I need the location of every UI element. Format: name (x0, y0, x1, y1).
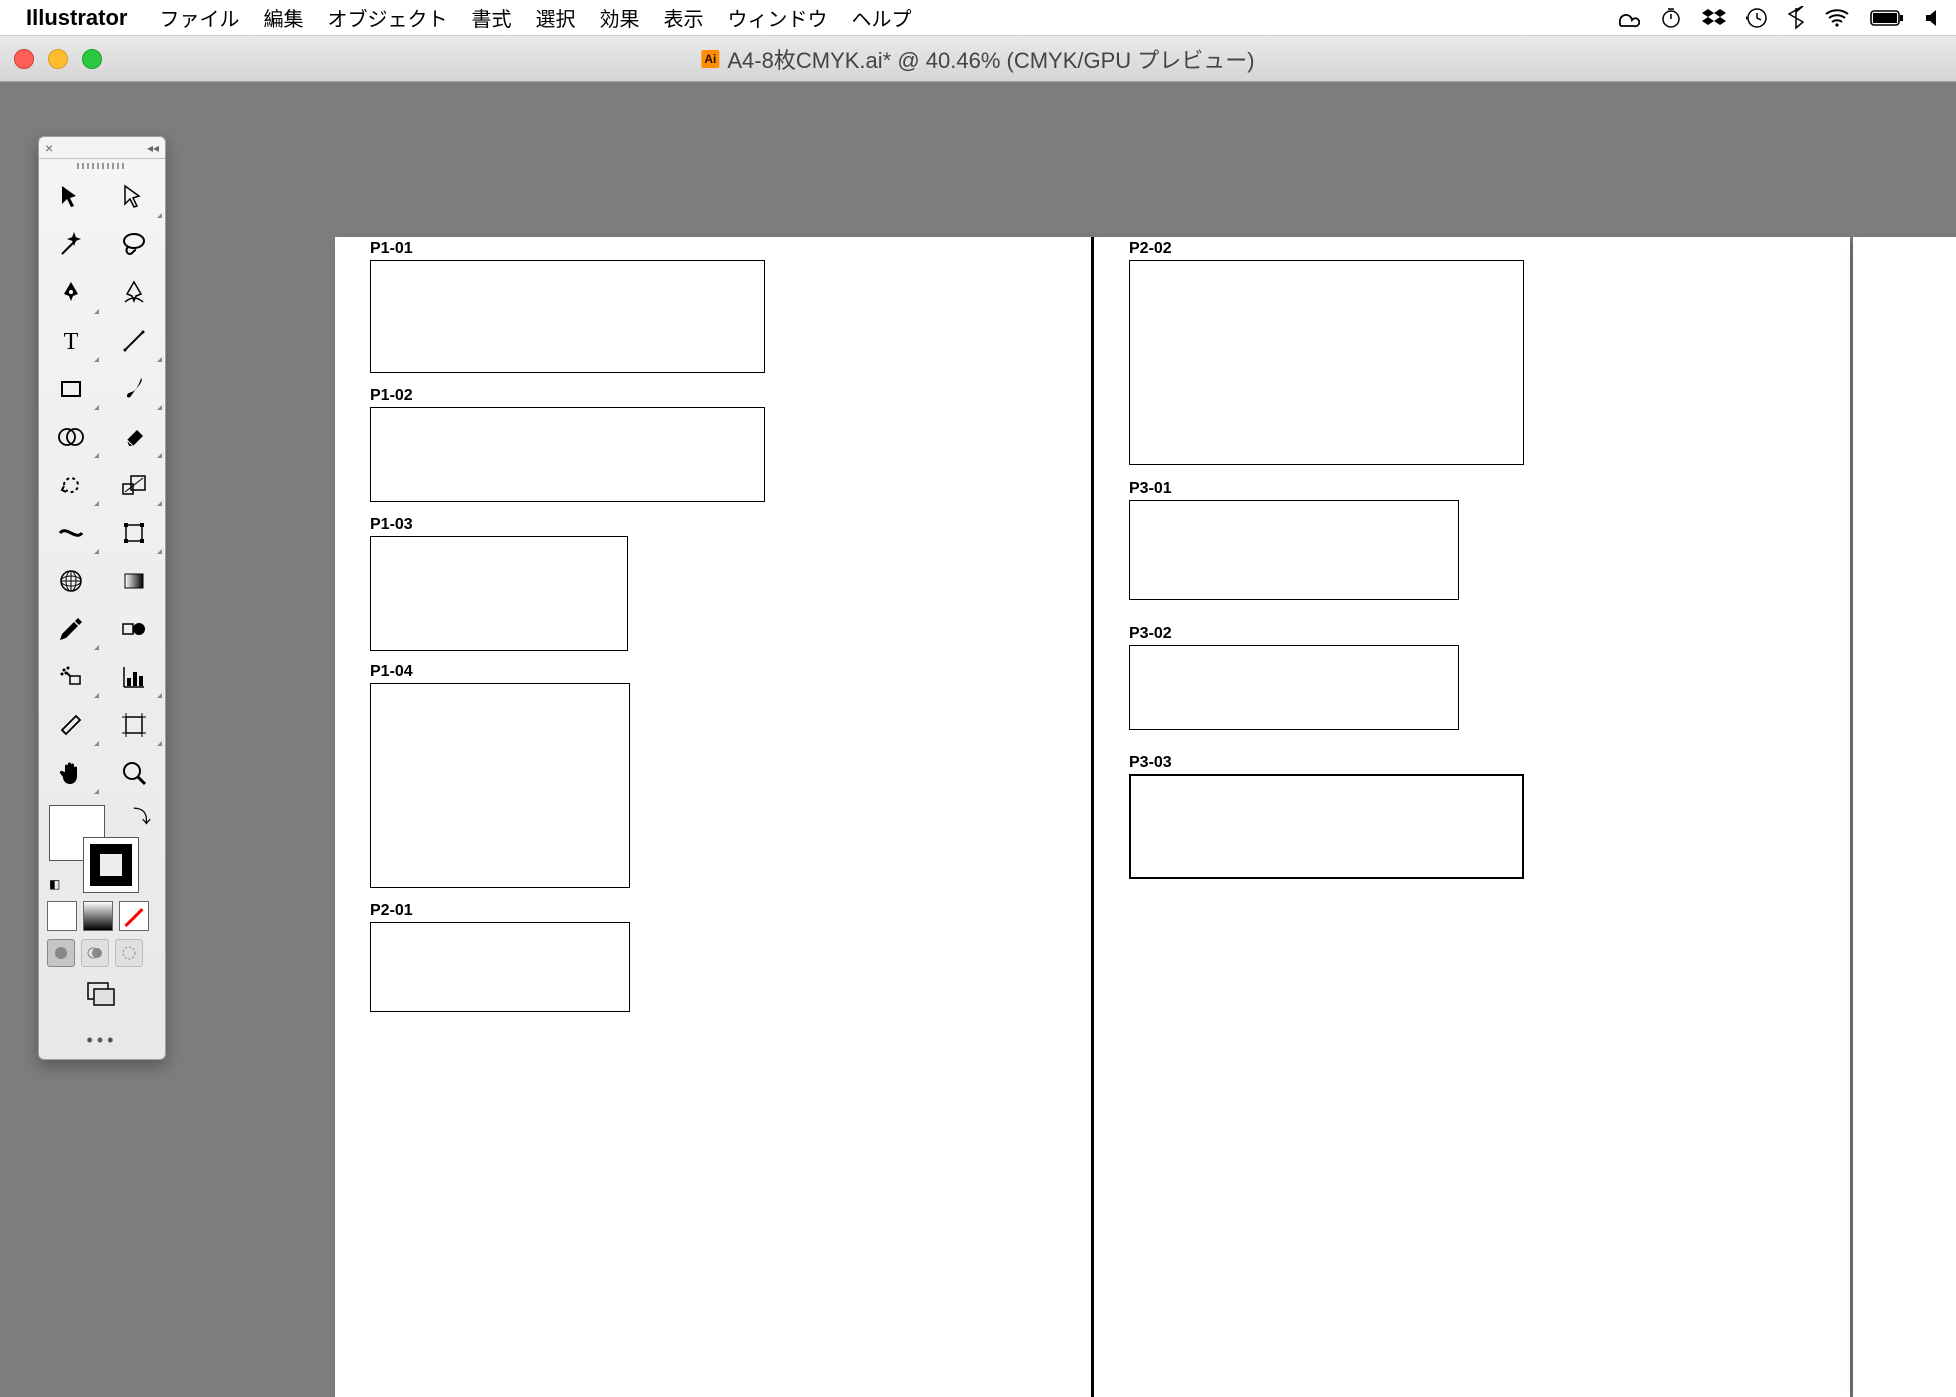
menu-file[interactable]: ファイル (159, 3, 239, 32)
box-p1-03[interactable] (370, 536, 628, 651)
bluetooth-icon[interactable] (1788, 6, 1804, 30)
creative-cloud-icon[interactable] (1614, 8, 1640, 28)
dropbox-icon[interactable] (1702, 7, 1726, 29)
menu-window[interactable]: ウィンドウ (727, 3, 827, 32)
color-mode-row (39, 897, 165, 935)
menubar-status-right (1614, 6, 1946, 30)
document-title: Ai A4-8枚CMYK.ai* @ 40.46% (CMYK/GPU プレビュ… (701, 43, 1254, 75)
tool-grid: T (39, 173, 165, 797)
box-p1-04[interactable] (370, 683, 630, 888)
draw-behind-button[interactable] (81, 939, 109, 967)
menu-edit[interactable]: 編集 (263, 3, 303, 32)
rotate-tool[interactable] (39, 461, 102, 509)
workspace[interactable]: P1-01 P1-02 P1-03 P1-04 P2-01 P2-02 P3-0… (0, 82, 1956, 1392)
box-p3-01[interactable] (1129, 500, 1459, 600)
label-p2-02: P2-02 (1129, 240, 1172, 258)
menu-effect[interactable]: 効果 (599, 3, 639, 32)
magic-wand-tool[interactable] (39, 221, 102, 269)
paintbrush-tool[interactable] (102, 365, 165, 413)
tools-panel-header[interactable]: × ◂◂ (39, 137, 165, 159)
direct-selection-tool[interactable] (102, 173, 165, 221)
panel-grip[interactable] (39, 159, 165, 173)
volume-icon[interactable] (1924, 8, 1946, 28)
shape-builder-tool[interactable] (39, 413, 102, 461)
eyedropper-tool[interactable] (39, 605, 102, 653)
lasso-tool[interactable] (102, 221, 165, 269)
hand-tool[interactable] (39, 749, 102, 797)
slice-tool[interactable] (39, 701, 102, 749)
ai-file-icon: Ai (701, 50, 719, 68)
traffic-lights (14, 49, 102, 69)
label-p3-02: P3-02 (1129, 625, 1172, 643)
window-titlebar: Ai A4-8枚CMYK.ai* @ 40.46% (CMYK/GPU プレビュ… (0, 36, 1956, 82)
color-mode-none[interactable] (119, 901, 149, 931)
artboard-2[interactable]: P2-02 P3-01 P3-02 P3-03 (1094, 237, 1850, 1397)
rectangle-tool[interactable] (39, 365, 102, 413)
wifi-icon[interactable] (1824, 8, 1850, 28)
color-mode-solid[interactable] (47, 901, 77, 931)
svg-text:T: T (63, 329, 78, 355)
box-p3-02[interactable] (1129, 645, 1459, 730)
artboard-3[interactable] (1853, 237, 1956, 1397)
stroke-swatch[interactable] (83, 837, 139, 893)
document-title-text: A4-8枚CMYK.ai* @ 40.46% (CMYK/GPU プレビュー) (727, 43, 1254, 75)
selection-tool[interactable] (39, 173, 102, 221)
color-mode-gradient[interactable] (83, 901, 113, 931)
menu-view[interactable]: 表示 (663, 3, 703, 32)
battery-icon[interactable] (1870, 9, 1904, 27)
menu-object[interactable]: オブジェクト (327, 3, 447, 32)
swap-fill-stroke-icon[interactable]: ⤵ (133, 803, 151, 829)
tools-panel: × ◂◂ T (38, 136, 166, 1060)
eraser-tool[interactable] (102, 413, 165, 461)
draw-normal-button[interactable] (47, 939, 75, 967)
menu-type[interactable]: 書式 (471, 3, 511, 32)
app-name[interactable]: Illustrator (26, 5, 127, 31)
close-icon[interactable]: × (45, 140, 53, 156)
blend-tool[interactable] (102, 605, 165, 653)
minimize-window-button[interactable] (48, 49, 68, 69)
box-p1-02[interactable] (370, 407, 765, 502)
label-p1-04: P1-04 (370, 663, 413, 681)
box-p3-03[interactable] (1129, 774, 1524, 879)
screen-mode-row (39, 971, 165, 1022)
pen-tool[interactable] (39, 269, 102, 317)
mesh-tool[interactable] (39, 557, 102, 605)
width-tool[interactable] (39, 509, 102, 557)
label-p3-03: P3-03 (1129, 754, 1172, 772)
draw-inside-button[interactable] (115, 939, 143, 967)
time-machine-icon[interactable] (1746, 7, 1768, 29)
symbol-sprayer-tool[interactable] (39, 653, 102, 701)
collapse-icon[interactable]: ◂◂ (147, 141, 159, 155)
zoom-tool[interactable] (102, 749, 165, 797)
artboard-1[interactable]: P1-01 P1-02 P1-03 P1-04 P2-01 (335, 237, 1091, 1397)
menu-help[interactable]: ヘルプ (851, 3, 911, 32)
free-transform-tool[interactable] (102, 509, 165, 557)
gradient-tool[interactable] (102, 557, 165, 605)
artboard-tool[interactable] (102, 701, 165, 749)
scale-tool[interactable] (102, 461, 165, 509)
fill-stroke-control[interactable]: ⤵ ◧ (39, 797, 165, 897)
curvature-tool[interactable] (102, 269, 165, 317)
type-tool[interactable]: T (39, 317, 102, 365)
edit-toolbar-button[interactable]: ••• (39, 1022, 165, 1059)
column-graph-tool[interactable] (102, 653, 165, 701)
label-p2-01: P2-01 (370, 902, 413, 920)
close-window-button[interactable] (14, 49, 34, 69)
box-p1-01[interactable] (370, 260, 765, 373)
label-p1-02: P1-02 (370, 387, 413, 405)
fullscreen-window-button[interactable] (82, 49, 102, 69)
label-p1-01: P1-01 (370, 240, 413, 258)
line-segment-tool[interactable] (102, 317, 165, 365)
label-p3-01: P3-01 (1129, 480, 1172, 498)
draw-mode-row (39, 935, 165, 971)
menu-select[interactable]: 選択 (535, 3, 575, 32)
box-p2-01[interactable] (370, 922, 630, 1012)
mac-menubar: Illustrator ファイル 編集 オブジェクト 書式 選択 効果 表示 ウ… (0, 0, 1956, 36)
timer-icon[interactable] (1660, 7, 1682, 29)
screen-mode-button[interactable] (82, 979, 122, 1014)
default-fill-stroke-icon[interactable]: ◧ (49, 877, 60, 891)
box-p2-02[interactable] (1129, 260, 1524, 465)
label-p1-03: P1-03 (370, 516, 413, 534)
